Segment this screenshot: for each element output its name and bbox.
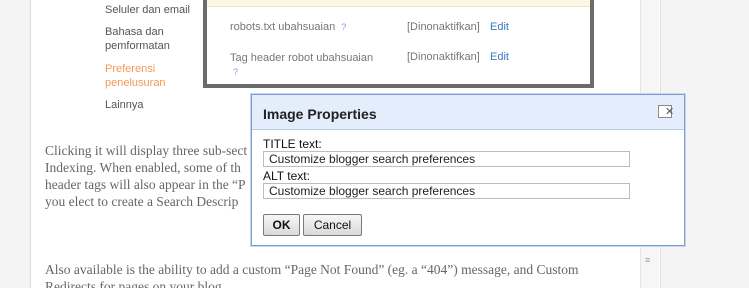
cancel-button[interactable]: Cancel xyxy=(303,214,362,236)
close-icon[interactable]: ✕ xyxy=(658,105,674,118)
help-icon[interactable]: ? xyxy=(341,22,346,32)
dialog-title: Image Properties xyxy=(263,106,377,122)
dialog-header: Image Properties ✕ xyxy=(252,95,684,130)
scroll-grip-icon[interactable]: ≡ xyxy=(645,256,650,265)
ok-button[interactable]: OK xyxy=(263,214,300,236)
article-text-line: Also available is the ability to add a c… xyxy=(45,262,579,277)
panel-header-strip xyxy=(207,0,590,7)
page: Seluler dan email Bahasa dan pemformatan… xyxy=(0,0,749,288)
alt-text-input[interactable] xyxy=(263,183,630,199)
edit-robots-header-link[interactable]: Edit xyxy=(490,51,509,63)
crawler-settings-panel: robots.txt ubahsuaian? [Dinonaktifkan] E… xyxy=(203,0,594,88)
custom-robots-header-label: Tag header robot ubahsuaian? xyxy=(230,52,374,77)
custom-robots-txt-label: robots.txt ubahsuaian? xyxy=(230,21,347,33)
edit-robots-txt-link[interactable]: Edit xyxy=(490,21,509,33)
status-badge: [Dinonaktifkan] xyxy=(407,51,480,63)
article-text-line: you elect to create a Search Descrip xyxy=(45,194,239,209)
menu-item-search-preferences[interactable]: Preferensi penelusuran xyxy=(105,62,200,90)
image-properties-dialog: Image Properties ✕ TITLE text: ALT text:… xyxy=(251,94,685,246)
help-icon[interactable]: ? xyxy=(233,67,238,77)
title-text-input[interactable] xyxy=(263,151,630,167)
status-badge: [Dinonaktifkan] xyxy=(407,21,480,33)
alt-text-label: ALT text: xyxy=(263,169,310,183)
title-text-label: TITLE text: xyxy=(263,137,322,151)
menu-item-other[interactable]: Lainnya xyxy=(105,98,200,112)
article-text-line: Indexing. When enabled, some of th xyxy=(45,160,241,175)
article-text-line: header tags will also appear in the “P xyxy=(45,177,246,192)
menu-item-mobile-email[interactable]: Seluler dan email xyxy=(105,3,200,17)
article-text-line: Clicking it will display three sub-sect xyxy=(45,143,248,158)
menu-item-language-formatting[interactable]: Bahasa dan pemformatan xyxy=(105,25,200,53)
article-text-line: Redirects for pages on your blog. xyxy=(45,279,225,288)
